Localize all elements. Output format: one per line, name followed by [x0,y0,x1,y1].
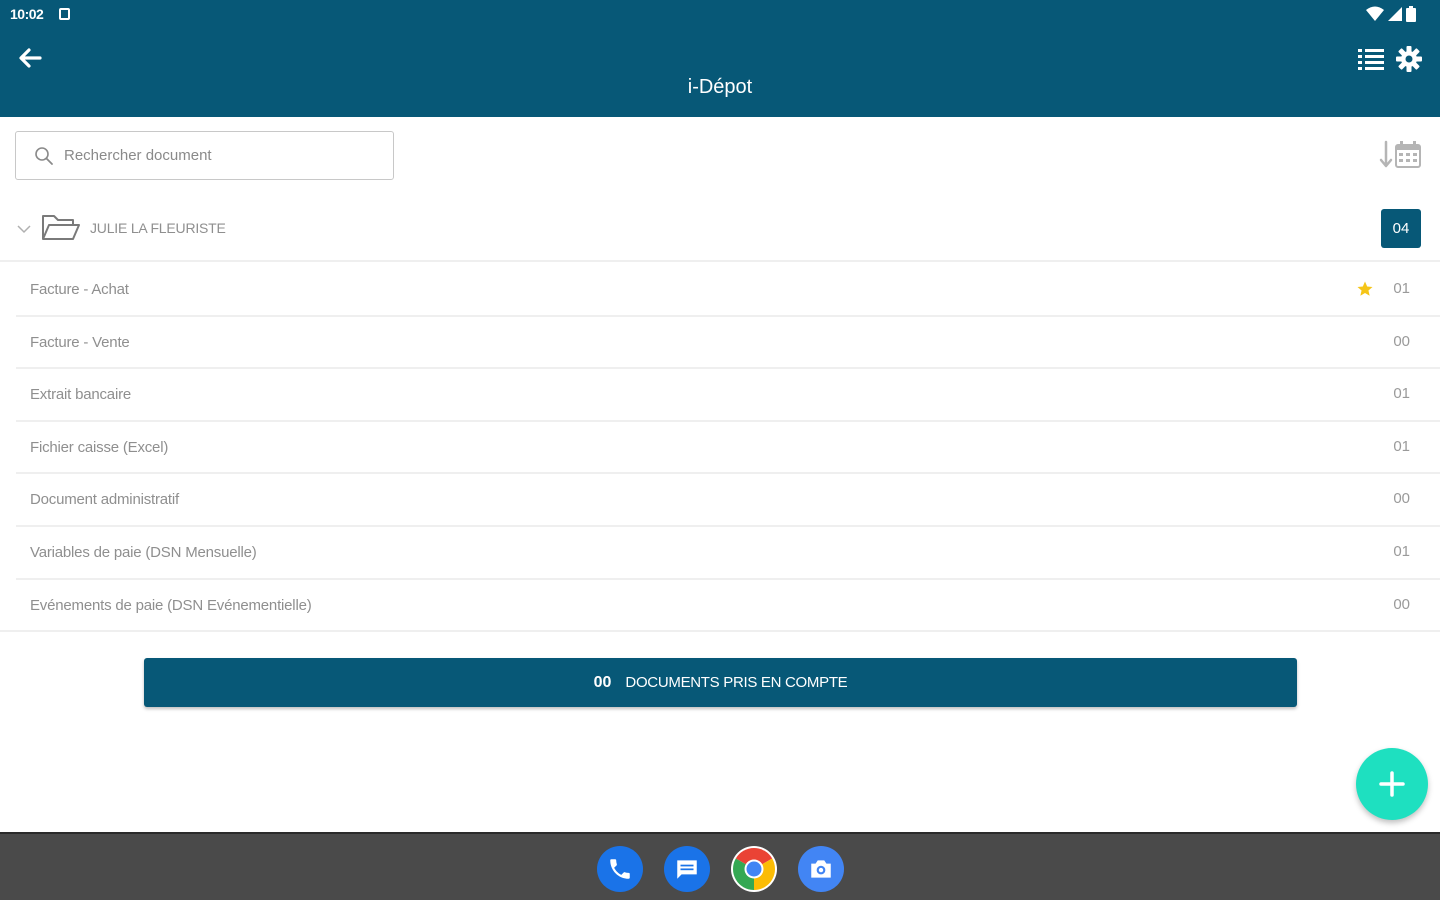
folder-count-badge: 04 [1381,209,1421,248]
add-document-button[interactable] [1356,748,1428,820]
list-item[interactable]: Extrait bancaire 01 [16,369,1440,422]
back-button[interactable] [14,42,46,74]
category-label: Fichier caisse (Excel) [30,438,169,456]
category-label: Variables de paie (DSN Mensuelle) [30,543,257,561]
folder-open-icon [42,215,80,240]
category-count: 00 [1393,595,1410,613]
sort-calendar-icon [1379,140,1421,168]
search-field[interactable] [15,131,394,180]
chrome-app[interactable] [731,846,777,892]
status-icons [1366,5,1416,23]
wifi-icon [1366,6,1384,21]
search-input[interactable] [64,147,364,164]
phone-icon [610,859,630,879]
arrow-left-icon [19,48,42,68]
notification-icon [59,8,70,20]
settings-button[interactable] [1394,44,1424,74]
category-label: Facture - Vente [30,333,130,351]
app-bar: 10:02 i-Dépot [0,0,1440,117]
signal-icon [1388,7,1402,21]
list-item[interactable]: Document administratif 00 [16,474,1440,527]
folder-header[interactable]: JULIE LA FLEURISTE 04 [0,200,1440,262]
android-dock [0,832,1440,900]
list-item[interactable]: Fichier caisse (Excel) 01 [16,422,1440,475]
category-count: 00 [1393,332,1410,350]
phone-app[interactable] [597,846,643,892]
category-count: 01 [1393,385,1410,403]
category-label: Evénements de paie (DSN Evénementielle) [30,596,312,614]
folder-name: JULIE LA FLEURISTE [90,220,226,236]
camera-icon [811,860,831,878]
chrome-icon [732,848,776,890]
camera-app[interactable] [798,846,844,892]
list-item[interactable]: Facture - Vente 00 [16,317,1440,370]
plus-icon [1379,771,1405,797]
messages-icon [677,860,697,879]
page-title: i-Dépot [687,76,753,98]
documents-label: DOCUMENTS PRIS EN COMPTE [625,674,848,691]
list-item[interactable]: Variables de paie (DSN Mensuelle) 01 [16,527,1440,580]
documents-taken-into-account-button[interactable]: 00 DOCUMENTS PRIS EN COMPTE [144,658,1297,707]
category-label: Document administratif [30,491,179,509]
category-count: 01 [1393,280,1410,297]
category-label: Facture - Achat [30,281,129,298]
category-count: 00 [1393,490,1410,508]
gear-icon [1396,46,1422,72]
sort-by-date-button[interactable] [1376,137,1424,173]
status-time: 10:02 [10,6,44,22]
documents-count: 00 [593,673,612,691]
list-view-button[interactable] [1356,44,1386,74]
search-icon [35,146,53,165]
star-icon[interactable] [1356,280,1374,298]
chevron-down-icon [17,225,31,234]
list-item[interactable]: Facture - Achat 01 [16,264,1440,317]
category-label: Extrait bancaire [30,386,132,404]
category-count: 01 [1393,542,1410,560]
battery-icon [1406,6,1416,22]
list-item[interactable]: Evénements de paie (DSN Evénementielle) … [0,580,1440,633]
messages-app[interactable] [664,846,710,892]
category-count: 01 [1393,437,1410,455]
list-icon [1358,49,1384,70]
category-list: Facture - Achat 01 Facture - Vente 00 Ex… [0,264,1440,633]
